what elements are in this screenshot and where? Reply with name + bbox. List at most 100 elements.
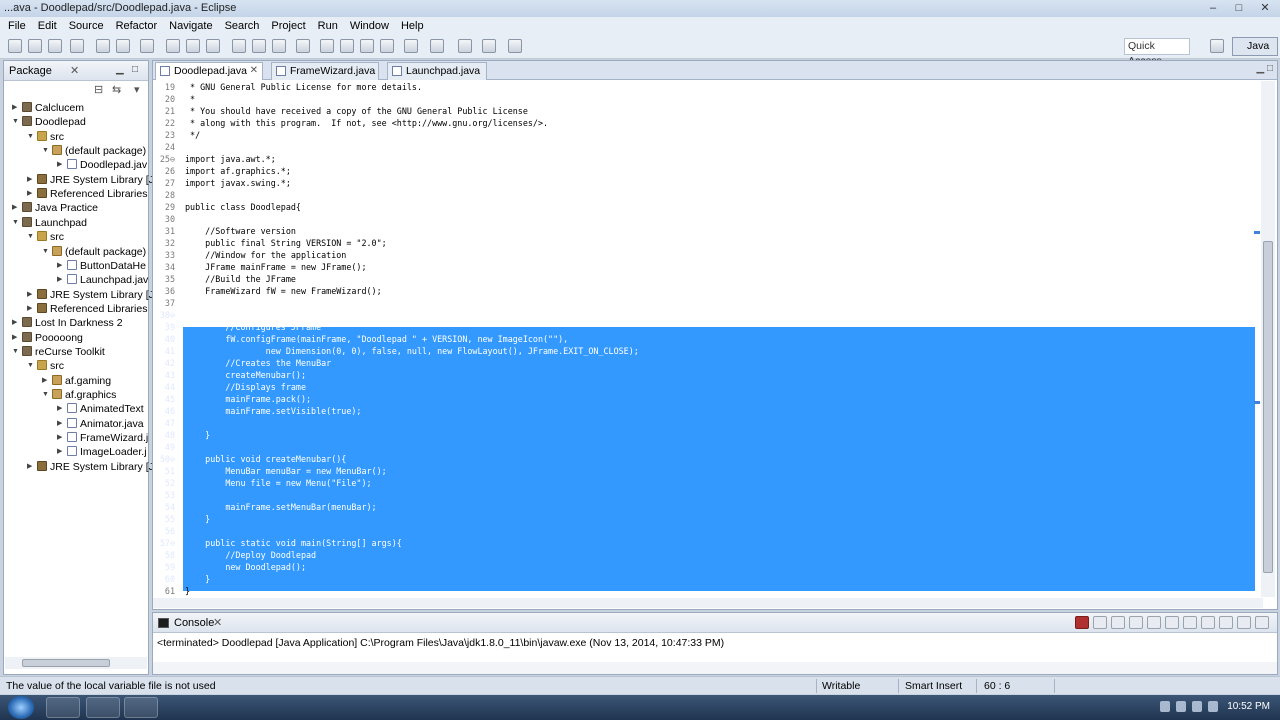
volume-icon[interactable] xyxy=(1192,701,1202,712)
collapsed-arrow-icon[interactable]: ▶ xyxy=(12,201,21,215)
insert-mode-status[interactable]: Smart Insert xyxy=(905,680,962,692)
close-button[interactable]: ✕ xyxy=(1252,0,1278,17)
expanded-arrow-icon[interactable]: ▼ xyxy=(27,230,36,244)
code-editor[interactable]: 19 * GNU General Public License for more… xyxy=(153,81,1277,601)
clear-console-icon[interactable] xyxy=(1129,616,1143,629)
code-line[interactable]: 50⊖ public void createMenubar(){ xyxy=(153,453,1255,465)
new-java-project-icon[interactable] xyxy=(166,39,180,53)
tree-item[interactable]: ▶ JRE System Library [Ja xyxy=(27,173,160,187)
code-line[interactable]: 33 //Window for the application xyxy=(153,249,1255,261)
tree-item[interactable]: ▶ Calclucem xyxy=(12,101,84,115)
code-line[interactable]: 27 import javax.swing.*; xyxy=(153,177,1255,189)
minimize-view-icon[interactable]: ▁ xyxy=(116,64,124,75)
overview-mark[interactable] xyxy=(1254,231,1260,234)
tab-framewizard-java[interactable]: FrameWizard.java xyxy=(271,62,379,80)
tree-item[interactable]: ▼ Launchpad xyxy=(12,216,87,230)
code-line[interactable]: 47 xyxy=(153,417,1255,429)
explorer-taskbar-icon[interactable] xyxy=(124,697,158,718)
maximize-view-icon[interactable] xyxy=(1255,616,1269,629)
tree-item[interactable]: ▶ JRE System Library [Ja xyxy=(27,288,160,302)
expanded-arrow-icon[interactable]: ▼ xyxy=(42,388,51,402)
tree-item[interactable]: ▼ src xyxy=(27,230,64,244)
tree-item[interactable]: ▼ af.graphics xyxy=(42,388,116,402)
open-console-icon[interactable] xyxy=(1219,616,1233,629)
collapsed-arrow-icon[interactable]: ▶ xyxy=(27,460,36,474)
package-explorer-scrollbar[interactable] xyxy=(5,657,147,669)
eclipse-taskbar-icon[interactable] xyxy=(86,697,120,718)
tree-item[interactable]: ▶ ButtonDataHe xyxy=(57,259,146,273)
link-with-editor-icon[interactable]: ⇆ xyxy=(112,83,121,96)
scrollbar-thumb[interactable] xyxy=(22,659,110,667)
collapsed-arrow-icon[interactable]: ▶ xyxy=(12,101,21,115)
tree-item[interactable]: ▶ Doodlepad.jav xyxy=(57,158,147,172)
view-menu-icon[interactable]: ▾ xyxy=(134,83,140,96)
quick-access-input[interactable]: Quick Access xyxy=(1124,38,1190,67)
display-console-icon[interactable] xyxy=(1201,616,1215,629)
code-line[interactable]: 54 mainFrame.setMenuBar(menuBar); xyxy=(153,501,1255,513)
new-package-icon[interactable] xyxy=(186,39,200,53)
menu-refactor[interactable]: Refactor xyxy=(112,20,166,32)
collapsed-arrow-icon[interactable]: ▶ xyxy=(27,187,36,201)
new-icon[interactable] xyxy=(8,39,22,53)
save-icon[interactable] xyxy=(28,39,42,53)
menu-project[interactable]: Project xyxy=(267,20,313,32)
collapsed-arrow-icon[interactable]: ▶ xyxy=(57,158,66,172)
debug-icon[interactable] xyxy=(96,39,110,53)
menu-run[interactable]: Run xyxy=(314,20,346,32)
open-type-icon[interactable] xyxy=(232,39,246,53)
pencil-icon[interactable] xyxy=(340,39,354,53)
code-line[interactable]: 21 * You should have received a copy of … xyxy=(153,105,1255,117)
code-line[interactable]: 29 public class Doodlepad{ xyxy=(153,201,1255,213)
code-line[interactable]: 44 //Displays frame xyxy=(153,381,1255,393)
menu-edit[interactable]: Edit xyxy=(34,20,65,32)
code-line[interactable]: 42 //Creates the MenuBar xyxy=(153,357,1255,369)
code-line[interactable]: 43 createMenubar(); xyxy=(153,369,1255,381)
collapsed-arrow-icon[interactable]: ▶ xyxy=(57,273,66,287)
code-line[interactable]: 25⊖ import java.awt.*; xyxy=(153,153,1255,165)
tree-item[interactable]: ▶ Animator.java xyxy=(57,417,144,431)
expanded-arrow-icon[interactable]: ▼ xyxy=(27,359,36,373)
open-task-icon[interactable] xyxy=(272,39,286,53)
code-line[interactable]: 56 xyxy=(153,525,1255,537)
previous-annotation-icon[interactable] xyxy=(430,39,444,53)
code-line[interactable]: 40 fW.configFrame(mainFrame, "Doodlepad … xyxy=(153,333,1255,345)
code-line[interactable]: 34 JFrame mainFrame = new JFrame(); xyxy=(153,261,1255,273)
collapsed-arrow-icon[interactable]: ▶ xyxy=(57,431,66,445)
tree-item[interactable]: ▼ Doodlepad xyxy=(12,115,86,129)
expanded-arrow-icon[interactable]: ▼ xyxy=(12,345,21,359)
code-line[interactable]: 23 */ xyxy=(153,129,1255,141)
terminate-icon[interactable] xyxy=(1075,616,1089,629)
maximize-view-icon[interactable]: □ xyxy=(132,64,138,75)
close-icon[interactable]: ✕ xyxy=(213,616,222,629)
maximize-button[interactable]: □ xyxy=(1226,0,1252,17)
code-line[interactable]: 37 xyxy=(153,297,1255,309)
collapsed-arrow-icon[interactable]: ▶ xyxy=(27,302,36,316)
tree-item[interactable]: ▼ src xyxy=(27,359,64,373)
show-whitespace-icon[interactable] xyxy=(380,39,394,53)
overview-ruler[interactable] xyxy=(1254,81,1260,597)
tree-item[interactable]: ▼ (default package) xyxy=(42,144,146,158)
expanded-arrow-icon[interactable]: ▼ xyxy=(12,115,21,129)
run-icon[interactable] xyxy=(116,39,130,53)
tree-item[interactable]: ▼ reCurse Toolkit xyxy=(12,345,105,359)
editor-view-controls[interactable]: ▁ □ xyxy=(1256,63,1273,74)
flag-icon[interactable] xyxy=(1208,701,1218,712)
collapsed-arrow-icon[interactable]: ▶ xyxy=(42,374,51,388)
tree-item[interactable]: ▶ JRE System Library [Ja xyxy=(27,460,160,474)
open-perspective-icon[interactable] xyxy=(1210,39,1224,53)
collapsed-arrow-icon[interactable]: ▶ xyxy=(57,259,66,273)
collapsed-arrow-icon[interactable]: ▶ xyxy=(57,402,66,416)
back-icon[interactable] xyxy=(482,39,496,53)
editor-vertical-scrollbar[interactable] xyxy=(1261,81,1275,597)
collapsed-arrow-icon[interactable]: ▶ xyxy=(12,331,21,345)
code-line[interactable]: 59 new Doodlepad(); xyxy=(153,561,1255,573)
code-line[interactable]: 61} xyxy=(153,585,1255,597)
package-explorer-title[interactable]: Package xyxy=(9,65,52,77)
code-line[interactable]: 60 } xyxy=(153,573,1255,585)
start-button[interactable] xyxy=(8,696,34,719)
search-icon[interactable] xyxy=(252,39,266,53)
new-class-icon[interactable] xyxy=(206,39,220,53)
code-line[interactable]: 55 } xyxy=(153,513,1255,525)
minimize-view-icon[interactable] xyxy=(1237,616,1251,629)
save-all-icon[interactable] xyxy=(48,39,62,53)
